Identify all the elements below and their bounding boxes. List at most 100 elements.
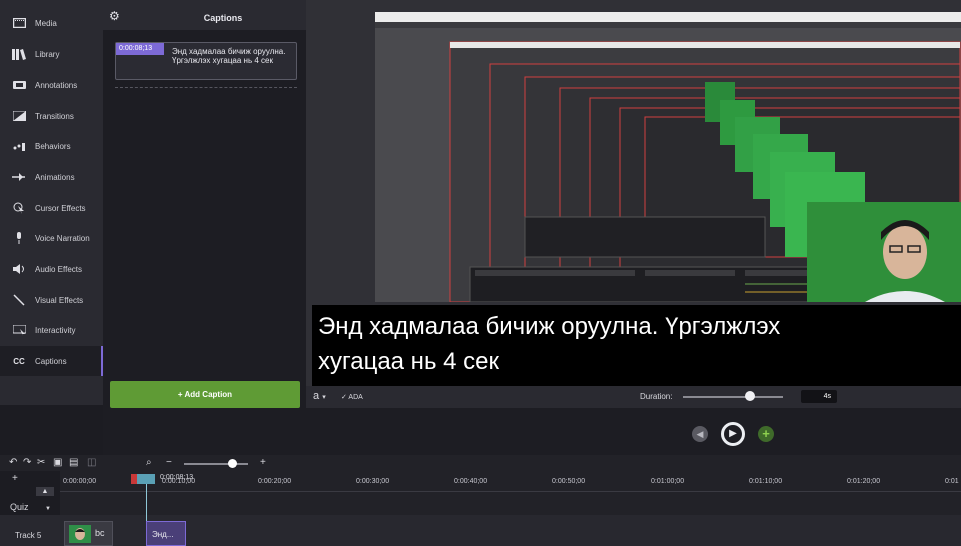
- zoom-in-icon[interactable]: +: [260, 457, 266, 468]
- previous-caption-icon[interactable]: ◀: [692, 426, 708, 442]
- sidebar-item-label: Visual Effects: [35, 295, 84, 305]
- sidebar-item-transitions[interactable]: Transitions: [0, 101, 103, 131]
- copy-icon[interactable]: ▣: [53, 457, 62, 468]
- duration-slider[interactable]: [683, 396, 783, 398]
- sidebar-item-label: Annotations: [35, 80, 78, 90]
- annotation-icon: [12, 79, 26, 91]
- add-caption-button[interactable]: + Add Caption: [110, 381, 300, 408]
- caption-item[interactable]: 0:00:08;13 Энд хадмалаа бичиж оруулна. Ү…: [115, 42, 297, 80]
- animation-icon: [12, 171, 26, 183]
- caption-line-1: Энд хадмалаа бичиж оруулна. Үргэлжлэх: [318, 313, 781, 340]
- playhead[interactable]: [137, 474, 155, 484]
- zoom-slider[interactable]: [184, 463, 248, 465]
- sidebar-item-behaviors[interactable]: Behaviors: [0, 131, 103, 161]
- sidebar-item-library[interactable]: Library: [0, 39, 103, 69]
- add-icon[interactable]: +: [758, 426, 774, 442]
- split-icon[interactable]: ◫: [87, 457, 96, 468]
- sidebar-item-visual-effects[interactable]: Visual Effects: [0, 285, 103, 315]
- panel-title: Captions: [203, 13, 243, 23]
- playhead-time: 0:00:08;13: [160, 474, 194, 481]
- microphone-icon: [12, 232, 26, 244]
- library-icon: [12, 48, 26, 60]
- caption-overlay[interactable]: Энд хадмалаа бичиж оруулна. Үргэлжлэх ху…: [312, 305, 961, 386]
- zoom-search-icon[interactable]: ⌕: [146, 457, 152, 468]
- sidebar-item-label: Audio Effects: [35, 264, 82, 274]
- media-icon: [12, 17, 26, 29]
- sidebar-item-voice-narration[interactable]: Voice Narration: [0, 223, 103, 253]
- chevron-down-icon[interactable]: ▼: [45, 506, 51, 512]
- sidebar-item-captions[interactable]: CC Captions: [0, 346, 103, 376]
- sidebar-item-label: Cursor Effects: [35, 203, 86, 213]
- ada-toggle[interactable]: ✓ ADA: [341, 393, 363, 401]
- media-clip-label: bc: [95, 528, 105, 538]
- caption-toolbar: a ▾ ✓ ADA Duration: 4s: [306, 386, 961, 408]
- timeline-toolbar: ↶ ↷ ✂ ▣ ▤ ◫ ⌕ − +: [0, 455, 961, 471]
- ruler-label: 0:00:30;00: [356, 478, 390, 485]
- duration-slider-thumb[interactable]: [745, 391, 755, 401]
- track-5: [0, 515, 961, 546]
- ruler-label: 0:01: [945, 478, 959, 485]
- font-button-label: a: [313, 390, 320, 402]
- sidebar-item-animations[interactable]: Animations: [0, 162, 103, 192]
- ruler-label: 0:01:10;00: [749, 478, 783, 485]
- video-preview[interactable]: [375, 12, 961, 302]
- cc-icon: CC: [13, 356, 25, 366]
- caption-clip-label: Энд...: [152, 530, 174, 539]
- zoom-slider-thumb[interactable]: [228, 459, 237, 468]
- paste-icon[interactable]: ▤: [69, 457, 78, 468]
- recursive-screen-image: [375, 12, 961, 302]
- font-button[interactable]: a ▾: [313, 390, 326, 402]
- ruler-label: 0:00:00;00: [63, 478, 97, 485]
- caption-text[interactable]: Энд хадмалаа бичиж оруулна. Үргэлжлэх ху…: [172, 47, 294, 65]
- sidebar-item-label: Animations: [35, 172, 75, 182]
- sidebar-item-label: Interactivity: [35, 325, 76, 335]
- playback-controls: ◀ ▶ +: [306, 408, 961, 455]
- captions-panel-header: ⚙ Captions: [103, 0, 306, 30]
- caption-line-2: хугацаа нь 4 сек: [318, 348, 499, 375]
- sidebar-item-label: Behaviors: [35, 141, 71, 151]
- play-icon[interactable]: ▶: [721, 422, 745, 446]
- ruler-label: 0:01:00;00: [651, 478, 685, 485]
- gear-icon[interactable]: ⚙: [109, 10, 121, 22]
- media-clip[interactable]: bc: [64, 521, 113, 546]
- sidebar-item-media[interactable]: Media: [0, 8, 103, 38]
- cut-icon[interactable]: ✂: [37, 457, 45, 468]
- sidebar-item-annotations[interactable]: Annotations: [0, 70, 103, 100]
- sidebar-item-label: Transitions: [35, 111, 74, 121]
- zoom-out-icon[interactable]: −: [166, 457, 172, 468]
- captions-panel: ⚙ Captions 0:00:08;13 Энд хадмалаа бичиж…: [103, 0, 306, 455]
- behavior-icon: [12, 140, 26, 152]
- clip-thumbnail: [69, 525, 91, 543]
- duration-label: Duration:: [640, 392, 673, 401]
- sidebar-item-label: Media: [35, 18, 57, 28]
- ruler-baseline: [60, 491, 961, 492]
- sidebar-item-audio-effects[interactable]: Audio Effects: [0, 254, 103, 284]
- speaker-icon: [12, 263, 26, 275]
- ruler-label: 0:00:40;00: [454, 478, 488, 485]
- ruler-label: 0:00:20;00: [258, 478, 292, 485]
- interactivity-icon: [12, 324, 26, 336]
- ruler-label: 0:00:50;00: [552, 478, 586, 485]
- sidebar-item-label: Voice Narration: [35, 233, 90, 243]
- quiz-label[interactable]: Quiz: [10, 502, 29, 512]
- sidebar-item-cursor-effects[interactable]: Cursor Effects: [0, 193, 103, 223]
- wand-icon: [12, 294, 26, 306]
- undo-icon[interactable]: ↶: [9, 457, 17, 468]
- caption-clip[interactable]: Энд...: [146, 521, 186, 546]
- caption-timestamp: 0:00:08;13: [116, 43, 164, 55]
- tools-sidebar: Media Library Annotations Transitions Be…: [0, 0, 103, 405]
- time-ruler[interactable]: [60, 471, 961, 501]
- add-track-icon[interactable]: +: [12, 473, 18, 484]
- caption-divider: [115, 87, 297, 88]
- sidebar-item-label: Captions: [35, 356, 67, 366]
- redo-icon[interactable]: ↷: [23, 457, 31, 468]
- transition-icon: [12, 110, 26, 122]
- duration-input[interactable]: 4s: [801, 390, 837, 403]
- cursor-icon: [12, 202, 26, 214]
- ruler-label: 0:01:20;00: [847, 478, 881, 485]
- camtasia-window: Media Library Annotations Transitions Be…: [0, 0, 961, 546]
- sidebar-item-interactivity[interactable]: Interactivity: [0, 315, 103, 345]
- track-label[interactable]: Track 5: [15, 531, 41, 540]
- timeline: ↶ ↷ ✂ ▣ ▤ ◫ ⌕ − + + ▲ Quiz ▼ 0:00:00;00 …: [0, 455, 961, 546]
- collapse-icon[interactable]: ▲: [36, 487, 54, 496]
